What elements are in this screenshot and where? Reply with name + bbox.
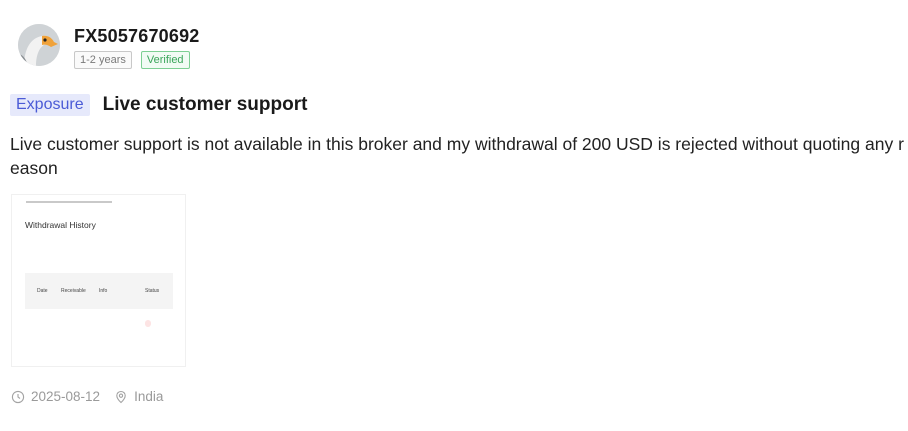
- user-info: FX5057670692 1-2 years Verified: [74, 25, 200, 69]
- post-meta: 2025-08-12 India: [11, 389, 163, 404]
- verified-badge: Verified: [140, 51, 190, 69]
- post-title: Live customer support: [102, 94, 308, 115]
- table-row: [25, 309, 173, 339]
- experience-badge: 1-2 years: [74, 51, 132, 69]
- eagle-avatar-icon[interactable]: [18, 24, 60, 66]
- status-pill: [145, 320, 151, 327]
- table-cell: [145, 320, 173, 327]
- thumbnail-divider: [26, 201, 112, 203]
- exposure-tag: Exposure: [10, 94, 90, 116]
- column-header: Date: [37, 288, 48, 294]
- column-header: Receivable: [61, 288, 86, 294]
- clock-icon: [11, 390, 25, 404]
- review-header: FX5057670692 1-2 years Verified: [18, 24, 200, 69]
- post-date: 2025-08-12: [31, 389, 101, 404]
- post-body: Live customer support is not available i…: [10, 134, 904, 178]
- post-location: India: [134, 389, 164, 404]
- user-badges: 1-2 years Verified: [74, 51, 200, 69]
- thumbnail-table: Date Receivable Info Status: [25, 273, 173, 339]
- username[interactable]: FX5057670692: [74, 25, 200, 47]
- location-pin-icon: [114, 390, 128, 404]
- thumbnail-heading: Withdrawal History: [25, 220, 96, 230]
- column-header: Info: [99, 288, 108, 294]
- attachment-thumbnail[interactable]: Withdrawal History Date Receivable Info …: [11, 194, 186, 367]
- column-header: Status: [145, 288, 160, 294]
- thumbnail-table-header: Date Receivable Info Status: [25, 273, 173, 309]
- post-title-row: Exposure Live customer support: [10, 94, 307, 116]
